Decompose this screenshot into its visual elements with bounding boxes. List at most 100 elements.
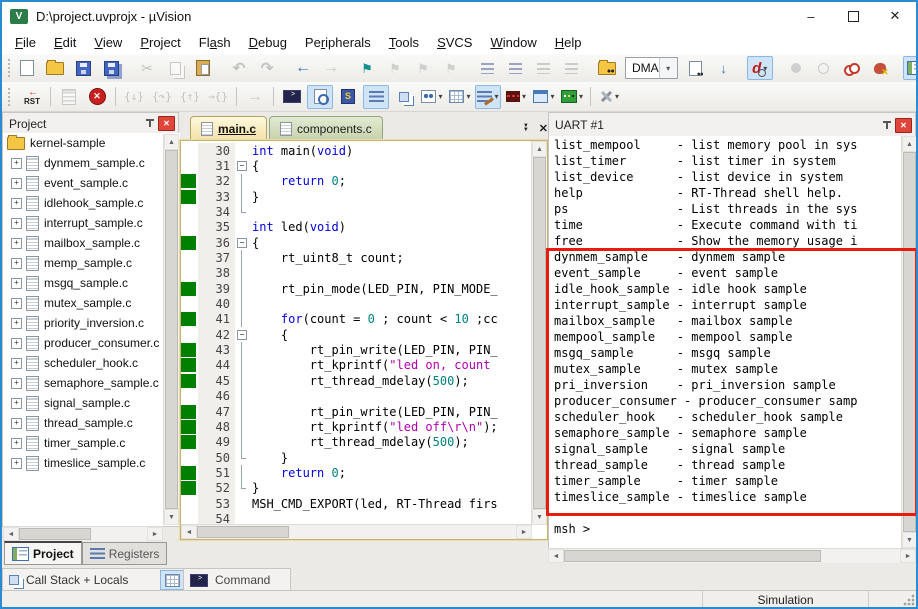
scrollbar-thumb[interactable] xyxy=(197,526,289,538)
watch-window-dropdown-icon[interactable]: ▾ xyxy=(438,92,442,101)
uart-vertical-scrollbar[interactable]: ▲ ▼ xyxy=(901,136,917,548)
find-button[interactable] xyxy=(683,56,709,80)
callstack-window-button[interactable] xyxy=(391,85,417,109)
tree-item-event-sample[interactable]: + event_sample.c xyxy=(3,173,180,193)
scroll-right-icon[interactable]: ► xyxy=(147,527,163,541)
step-into-button[interactable]: {↓} xyxy=(121,85,147,109)
expand-plus-icon[interactable]: + xyxy=(11,317,22,329)
expand-plus-icon[interactable]: + xyxy=(11,417,22,429)
memory-window-dropdown-icon[interactable]: ▾ xyxy=(466,92,470,101)
enable-disable-breakpoint-button[interactable] xyxy=(811,56,837,80)
tree-item-signal-sample[interactable]: + signal_sample.c xyxy=(3,393,180,413)
reset-cpu-button[interactable]: ← RST xyxy=(19,85,45,109)
project-vertical-scrollbar[interactable]: ▲ ▼ xyxy=(163,134,179,525)
scroll-left-icon[interactable]: ◄ xyxy=(548,549,564,563)
step-out-button[interactable]: {↑} xyxy=(177,85,203,109)
save-all-button[interactable] xyxy=(98,56,124,80)
memory-window-button[interactable]: ▾ xyxy=(447,85,473,109)
expand-plus-icon[interactable]: + xyxy=(11,237,22,249)
next-bookmark-button[interactable]: ⚑ xyxy=(382,56,408,80)
expand-plus-icon[interactable]: + xyxy=(11,337,22,349)
editor-tab-main-c[interactable]: main.c xyxy=(190,116,268,140)
scrollbar-thumb[interactable] xyxy=(564,550,821,562)
redo-button[interactable]: ↷ xyxy=(254,56,280,80)
scrollbar-thumb[interactable] xyxy=(19,528,91,540)
tree-item-idlehook-sample[interactable]: + idlehook_sample.c xyxy=(3,193,180,213)
editor-vertical-scrollbar[interactable]: ▲ ▼ xyxy=(531,141,547,525)
show-next-statement-button[interactable]: → xyxy=(242,85,268,109)
scroll-down-icon[interactable]: ▼ xyxy=(164,509,179,525)
expand-plus-icon[interactable]: + xyxy=(11,437,22,449)
menu-view[interactable]: View xyxy=(85,32,131,53)
expand-plus-icon[interactable]: + xyxy=(11,457,22,469)
close-button[interactable]: ✕ xyxy=(874,2,916,30)
menu-help[interactable]: Help xyxy=(546,32,591,53)
tree-item-priority-inversion[interactable]: + priority_inversion.c xyxy=(3,313,180,333)
tree-item-mutex-sample[interactable]: + mutex_sample.c xyxy=(3,293,180,313)
command-window-button[interactable]: > xyxy=(279,85,305,109)
tree-item-timer-sample[interactable]: + timer_sample.c xyxy=(3,433,180,453)
toggle-bookmark-button[interactable]: ⚑ xyxy=(354,56,380,80)
menu-edit[interactable]: Edit xyxy=(45,32,85,53)
indent-button[interactable] xyxy=(474,56,500,80)
system-viewer-dropdown-icon[interactable]: ▾ xyxy=(550,92,554,101)
menu-tools[interactable]: Tools xyxy=(380,32,428,53)
close-file-icon[interactable]: ✕ xyxy=(539,122,548,135)
copy-button[interactable] xyxy=(162,56,188,80)
tree-item-timeslice-sample[interactable]: + timeslice_sample.c xyxy=(3,453,180,473)
scroll-right-icon[interactable]: ► xyxy=(516,525,532,539)
tab-project[interactable]: Project xyxy=(4,541,82,565)
analysis-window-dropdown-icon[interactable]: ▾ xyxy=(522,92,526,101)
clear-bookmarks-button[interactable]: ⚑ xyxy=(438,56,464,80)
tree-root-kernel-sample[interactable]: kernel-sample xyxy=(3,133,180,153)
expand-plus-icon[interactable]: + xyxy=(11,157,22,169)
scrollbar-thumb[interactable] xyxy=(903,152,916,532)
tree-item-semaphore-sample[interactable]: + semaphore_sample.c xyxy=(3,373,180,393)
scroll-up-icon[interactable]: ▲ xyxy=(164,134,179,150)
tree-item-interrupt-sample[interactable]: + interrupt_sample.c xyxy=(3,213,180,233)
uart-close-icon[interactable]: ✕ xyxy=(895,117,912,133)
search-combobox-dropdown-icon[interactable]: ▾ xyxy=(658,58,677,78)
scroll-left-icon[interactable]: ◄ xyxy=(3,527,19,541)
tools-menu-button[interactable]: ▾ xyxy=(596,85,622,109)
save-button[interactable] xyxy=(70,56,96,80)
pin-icon[interactable] xyxy=(146,118,155,129)
toolbox-button[interactable]: ▾ xyxy=(559,85,585,109)
tree-item-scheduler-hook[interactable]: + scheduler_hook.c xyxy=(3,353,180,373)
new-file-button[interactable] xyxy=(14,56,40,80)
undo-button[interactable]: ↶ xyxy=(226,56,252,80)
window-list-icon[interactable]: ▼ ▼ xyxy=(523,123,529,133)
scroll-right-icon[interactable]: ► xyxy=(900,549,916,563)
stop-button[interactable]: ✕ xyxy=(84,85,110,109)
menu-flash[interactable]: Flash xyxy=(190,32,240,53)
menu-debug[interactable]: Debug xyxy=(240,32,296,53)
paste-button[interactable] xyxy=(190,56,216,80)
expand-plus-icon[interactable]: + xyxy=(11,257,22,269)
fold-collapse-icon[interactable] xyxy=(235,327,248,342)
uncomment-button[interactable] xyxy=(558,56,584,80)
toolbar-grip[interactable] xyxy=(8,87,15,106)
open-file-button[interactable] xyxy=(42,56,68,80)
serial-window-button[interactable]: ▾ xyxy=(475,84,501,109)
uart-horizontal-scrollbar[interactable]: ◄ ► xyxy=(548,548,916,563)
tab-registers[interactable]: Registers xyxy=(81,542,168,565)
incremental-find-button[interactable]: ↓ xyxy=(711,56,737,80)
step-over-button[interactable]: {↷} xyxy=(149,85,175,109)
editor-tab-components-c[interactable]: components.c xyxy=(269,116,383,140)
registers-window-button[interactable] xyxy=(363,84,389,109)
toggle-breakpoint-button[interactable] xyxy=(783,56,809,80)
code-area[interactable]: 30int main(void)31{32 return 0;33}3435in… xyxy=(181,143,532,525)
uart-terminal[interactable]: list_mempool - list memory pool in sys li… xyxy=(548,136,918,549)
expand-plus-icon[interactable]: + xyxy=(11,217,22,229)
resize-grip[interactable] xyxy=(902,593,916,606)
system-viewer-button[interactable]: ▾ xyxy=(531,85,557,109)
tree-item-msgq-sample[interactable]: + msgq_sample.c xyxy=(3,273,180,293)
scroll-down-icon[interactable]: ▼ xyxy=(902,532,917,548)
expand-plus-icon[interactable]: + xyxy=(11,177,22,189)
tree-item-mailbox-sample[interactable]: + mailbox_sample.c xyxy=(3,233,180,253)
scrollbar-thumb[interactable] xyxy=(165,150,178,509)
minimize-button[interactable]: – xyxy=(790,2,832,30)
outdent-button[interactable] xyxy=(502,56,528,80)
pin-icon[interactable] xyxy=(883,120,892,131)
menu-file[interactable]: File xyxy=(6,32,45,53)
